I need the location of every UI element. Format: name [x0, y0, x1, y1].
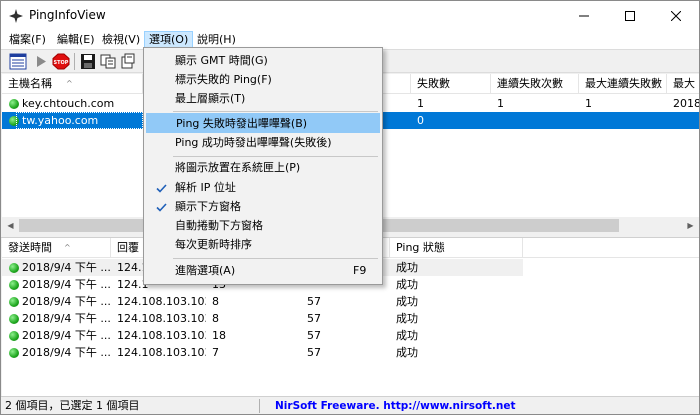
reply-ip-cell: 124.108.103.103 — [117, 295, 206, 308]
stop-icon[interactable]: STOP — [52, 53, 70, 70]
column-header-hostname-label: 主機名稱 — [8, 77, 52, 90]
column-header-sent-time[interactable]: 發送時間 ^ — [2, 238, 111, 258]
menu-view[interactable]: 檢視(V) — [98, 31, 144, 49]
menu-item-show-lower-pane-label: 顯示下方窗格 — [175, 200, 241, 213]
column-header-last[interactable]: 最大 — [667, 74, 699, 94]
ping-status-cell: 成功 — [396, 261, 418, 274]
checkmark-icon — [154, 197, 168, 217]
maximize-icon — [625, 11, 635, 21]
maximize-button[interactable] — [607, 1, 653, 31]
html-report-icon[interactable] — [119, 53, 137, 70]
menu-item-tray-icon[interactable]: 將圖示放置在系統匣上(P) — [146, 158, 380, 178]
menu-item-show-lower-pane[interactable]: 顯示下方窗格 — [146, 197, 380, 217]
column-header-hostname[interactable]: 主機名稱 ^ — [2, 74, 143, 94]
value-c-cell: 57 — [307, 346, 321, 359]
sent-time-cell: 2018/9/4 下午 ... — [22, 329, 111, 342]
ping-status-cell: 成功 — [396, 278, 418, 291]
save-icon[interactable] — [79, 53, 97, 70]
table-row[interactable]: 2018/9/4 下午 ... 124.108.103.103 7 57 成功 — [2, 344, 699, 361]
last-cell: 2018/ — [673, 97, 699, 110]
value-b-cell: 7 — [212, 346, 219, 359]
table-row[interactable]: 2018/9/4 下午 ... 124.108.103.103 18 57 成功 — [2, 327, 699, 344]
host-cell: key.chtouch.com — [22, 97, 115, 110]
minimize-icon — [579, 15, 589, 17]
nirsoft-link[interactable]: NirSoft Freeware. http://www.nirsoft.net — [275, 399, 515, 413]
menu-item-mark-failed[interactable]: 標示失敗的 Ping(F) — [146, 70, 380, 90]
start-ping-icon[interactable] — [32, 53, 50, 70]
close-icon — [671, 11, 681, 21]
last-cell — [667, 112, 699, 129]
properties-list-icon[interactable] — [9, 53, 27, 70]
menu-item-resolve-ip[interactable]: 解析 IP 位址 — [146, 178, 380, 198]
consecutive-failed-cell: 1 — [497, 97, 504, 110]
minimize-button[interactable] — [561, 1, 607, 31]
scroll-left-icon[interactable]: ◀ — [2, 217, 19, 234]
ping-status-cell: 成功 — [396, 312, 418, 325]
consecutive-failed-cell — [491, 112, 579, 129]
sent-time-cell: 2018/9/4 下午 ... — [22, 346, 111, 359]
menu-file[interactable]: 檔案(F) — [5, 31, 50, 49]
menu-item-auto-scroll-lower[interactable]: 自動捲動下方窗格 — [146, 216, 380, 236]
status-bar: 2 個項目，已選定 1 個項目 NirSoft Freeware. http:/… — [1, 396, 699, 414]
host-cell: tw.yahoo.com — [16, 112, 143, 129]
sort-up-icon: ^ — [66, 79, 73, 88]
pinginfoview-app-icon — [9, 9, 23, 23]
value-b-cell: 8 — [212, 295, 219, 308]
max-consecutive-failed-cell: 1 — [585, 97, 592, 110]
value-b-cell: 8 — [212, 312, 219, 325]
sent-time-cell: 2018/9/4 下午 ... — [22, 278, 111, 291]
value-c-cell: 57 — [307, 312, 321, 325]
ping-status-cell: 成功 — [396, 329, 418, 342]
failed-count-cell: 0 — [417, 114, 424, 127]
column-header-failed-count[interactable]: 失敗數 — [411, 74, 491, 94]
menu-item-advanced-options[interactable]: 進階選項(A) F9 — [146, 261, 380, 281]
table-row[interactable]: 2018/9/4 下午 ... 124.108.103.103 8 57 成功 — [2, 293, 699, 310]
table-row[interactable]: 2018/9/4 下午 ... 124.108.103.103 8 57 成功 — [2, 310, 699, 327]
reply-ip-cell: 124.108.103.103 — [117, 329, 206, 342]
value-b-cell: 18 — [212, 329, 226, 342]
sent-time-cell: 2018/9/4 下午 ... — [22, 261, 111, 274]
menu-item-sort-on-update[interactable]: 每次更新時排序 — [146, 235, 380, 255]
scroll-right-icon[interactable]: ▶ — [682, 217, 699, 234]
menu-edit[interactable]: 編輯(E) — [53, 31, 99, 49]
menu-item-resolve-ip-label: 解析 IP 位址 — [175, 181, 236, 194]
reply-ip-cell: 124.108.103.103 — [117, 346, 206, 359]
menu-separator — [173, 258, 378, 259]
menu-separator — [173, 156, 378, 157]
column-header-sent-time-label: 發送時間 — [8, 241, 52, 254]
main-window: PingInfoView 檔案(F) 編輯(E) 檢視(V) 選項(O) 說明(… — [0, 0, 700, 415]
menu-item-always-on-top[interactable]: 最上層顯示(T) — [146, 89, 380, 109]
max-consecutive-failed-cell — [579, 112, 667, 129]
copy-icon[interactable] — [99, 53, 117, 70]
toolbar-separator — [74, 53, 75, 70]
menu-item-beep-on-fail[interactable]: Ping 失敗時發出嗶嗶聲(B) — [146, 113, 380, 133]
failed-count-cell: 1 — [417, 97, 424, 110]
menu-item-show-gmt[interactable]: 顯示 GMT 時間(G) — [146, 51, 380, 71]
value-c-cell: 57 — [307, 295, 321, 308]
menu-separator — [173, 111, 378, 112]
column-header-ping-status[interactable]: Ping 狀態 — [390, 238, 523, 258]
value-c-cell: 57 — [307, 329, 321, 342]
column-header-max-consecutive-failed[interactable]: 最大連續失敗數 — [579, 74, 667, 94]
sent-time-cell: 2018/9/4 下午 ... — [22, 312, 111, 325]
close-button[interactable] — [653, 1, 699, 31]
reply-ip-cell: 124.108.103.103 — [117, 312, 206, 325]
menu-item-advanced-options-label: 進階選項(A) — [175, 264, 236, 277]
svg-text:STOP: STOP — [54, 60, 69, 66]
ping-status-cell: 成功 — [396, 295, 418, 308]
sort-up-icon: ^ — [64, 243, 71, 252]
ping-status-cell: 成功 — [396, 346, 418, 359]
checkmark-icon — [154, 178, 168, 198]
menu-item-beep-on-success[interactable]: Ping 成功時發出嗶嗶聲(失敗後) — [146, 133, 380, 153]
shortcut-text: F9 — [353, 264, 367, 277]
window-title: PingInfoView — [29, 8, 106, 22]
column-header-consecutive-failed[interactable]: 連續失敗次數 — [491, 74, 579, 94]
title-bar[interactable]: PingInfoView — [1, 1, 699, 31]
options-menu-dropdown: 顯示 GMT 時間(G) 標示失敗的 Ping(F) 最上層顯示(T) Ping… — [143, 47, 383, 285]
selection-count-text: 2 個項目，已選定 1 個項目 — [5, 399, 260, 413]
sent-time-cell: 2018/9/4 下午 ... — [22, 295, 111, 308]
